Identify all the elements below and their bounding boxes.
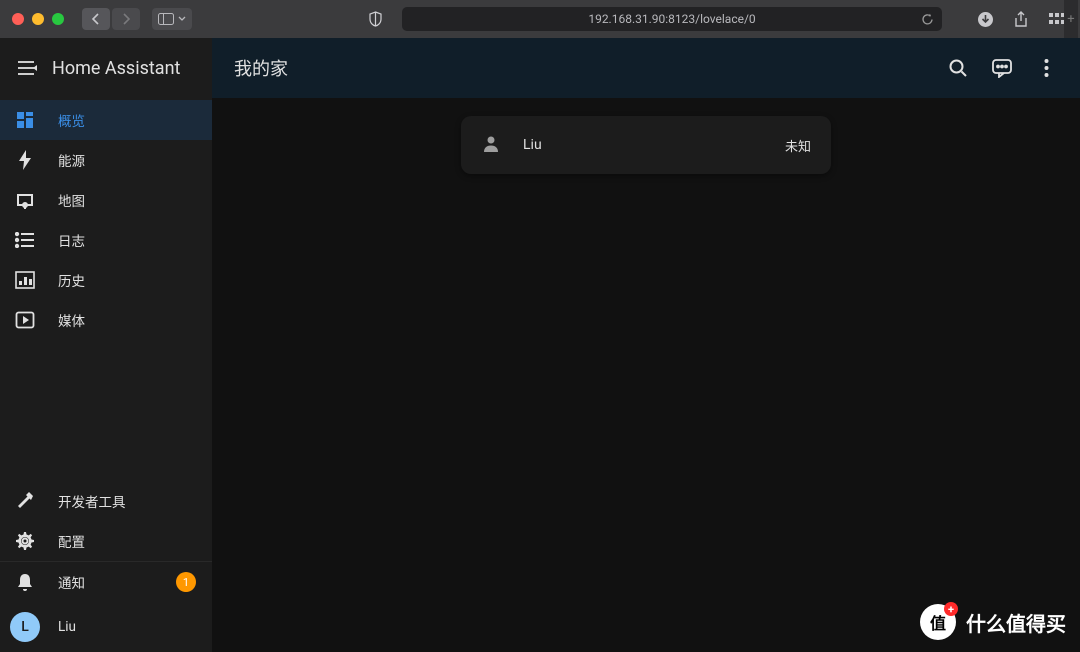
search-icon[interactable] [946, 56, 970, 80]
sidebar-item-label: 概览 [58, 110, 85, 130]
maximize-window-icon[interactable] [52, 13, 64, 25]
topbar-icons [946, 56, 1058, 80]
app-title: Home Assistant [52, 58, 180, 79]
notification-badge: 1 [176, 572, 196, 592]
sidebar-item-label: 能源 [58, 150, 85, 170]
reload-icon[interactable] [921, 13, 934, 26]
content-area: Liu 未知 [212, 98, 1080, 652]
menu-collapse-icon[interactable] [14, 56, 38, 80]
sidebar-header: Home Assistant [0, 38, 212, 98]
url-text: 192.168.31.90:8123/lovelace/0 [588, 12, 755, 26]
user-avatar: L [10, 612, 40, 642]
nav-buttons [82, 8, 140, 30]
person-state: 未知 [785, 136, 811, 155]
wrench-icon [14, 490, 36, 512]
sidebar-item-energy[interactable]: 能源 [0, 140, 212, 180]
downloads-icon[interactable] [974, 8, 996, 30]
sidebar-item-label: 历史 [58, 270, 85, 290]
watermark-badge: 值 [920, 604, 956, 640]
window-controls [12, 13, 64, 25]
sidebar-item-media[interactable]: 媒体 [0, 300, 212, 340]
sidebar: Home Assistant 概览 能源 地图 [0, 38, 212, 652]
chevron-down-icon [178, 16, 186, 22]
sidebar-item-user[interactable]: L Liu [0, 602, 212, 652]
sidebar-item-settings[interactable]: 配置 [0, 521, 212, 561]
main-area: 我的家 Liu 未知 [212, 38, 1080, 652]
sidebar-item-label: 配置 [58, 531, 85, 551]
minimize-window-icon[interactable] [32, 13, 44, 25]
sidebar-bottom: 通知 1 L Liu [0, 561, 212, 652]
watermark: 值 什么值得买 [920, 604, 1066, 640]
chrome-right-icons [974, 8, 1068, 30]
address-bar[interactable]: 192.168.31.90:8123/lovelace/0 [402, 7, 942, 31]
sidebar-nav: 概览 能源 地图 日志 [0, 98, 212, 561]
flash-icon [14, 149, 36, 171]
play-box-icon [14, 309, 36, 331]
privacy-shield-icon[interactable] [362, 8, 388, 30]
app-root: Home Assistant 概览 能源 地图 [0, 38, 1080, 652]
sidebar-item-label: 日志 [58, 230, 85, 250]
back-button[interactable] [82, 8, 110, 30]
sidebar-item-logbook[interactable]: 日志 [0, 220, 212, 260]
new-tab-button[interactable]: + [1064, 0, 1078, 38]
assist-icon[interactable] [990, 56, 1014, 80]
close-window-icon[interactable] [12, 13, 24, 25]
bell-icon [14, 571, 36, 593]
sidebar-item-label: 地图 [58, 190, 85, 210]
sidebar-item-label: 开发者工具 [58, 491, 126, 511]
person-icon [481, 134, 503, 156]
list-icon [14, 229, 36, 251]
sidebar-item-history[interactable]: 历史 [0, 260, 212, 300]
sidebar-item-devtools[interactable]: 开发者工具 [0, 481, 212, 521]
person-name: Liu [523, 137, 765, 153]
map-icon [14, 189, 36, 211]
sidebar-item-label: 媒体 [58, 310, 85, 330]
share-icon[interactable] [1010, 8, 1032, 30]
watermark-text: 什么值得买 [966, 608, 1066, 637]
person-card[interactable]: Liu 未知 [461, 116, 831, 174]
browser-chrome: 192.168.31.90:8123/lovelace/0 + [0, 0, 1080, 38]
sidebar-item-label: Liu [58, 619, 76, 635]
sidebar-item-label: 通知 [58, 572, 85, 592]
sidebar-toggle-button[interactable] [152, 8, 192, 30]
sidebar-item-map[interactable]: 地图 [0, 180, 212, 220]
dashboard-icon [14, 109, 36, 131]
sidebar-item-notifications[interactable]: 通知 1 [0, 562, 212, 602]
cog-icon [14, 530, 36, 552]
page-title: 我的家 [234, 55, 946, 81]
forward-button[interactable] [112, 8, 140, 30]
chart-icon [14, 269, 36, 291]
sidebar-item-overview[interactable]: 概览 [0, 100, 212, 140]
topbar: 我的家 [212, 38, 1080, 98]
more-icon[interactable] [1034, 56, 1058, 80]
